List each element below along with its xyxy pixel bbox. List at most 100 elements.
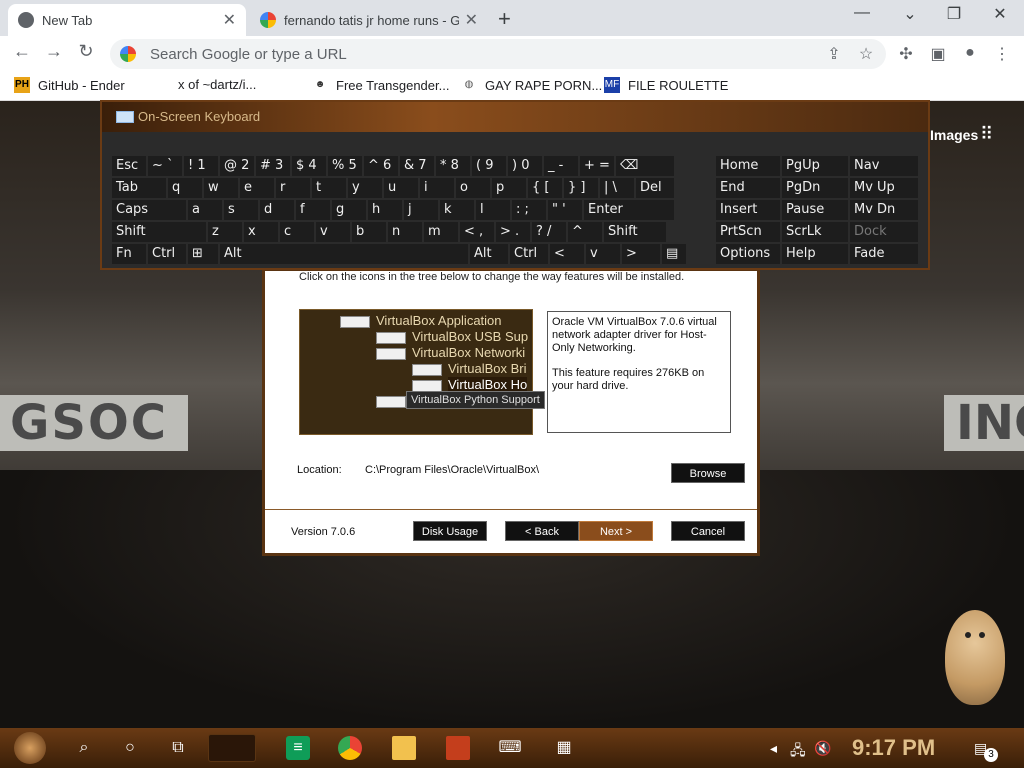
chevron-down-icon[interactable]: ⌄: [890, 4, 930, 24]
taskbar-slot[interactable]: [208, 734, 256, 762]
osk-key[interactable]: k: [440, 200, 474, 220]
osk-nav-key[interactable]: Mv Dn: [850, 200, 918, 220]
osk-key[interactable]: | \: [600, 178, 634, 198]
osk-key[interactable]: s: [224, 200, 258, 220]
bookmark-github[interactable]: PH GitHub - Ender: [14, 77, 125, 93]
osk-key[interactable]: t: [312, 178, 346, 198]
new-tab-button[interactable]: +: [498, 6, 511, 32]
osk-titlebar[interactable]: On-Screen Keyboard: [102, 102, 928, 132]
bookmark-file-roulette[interactable]: MF FILE ROULETTE: [604, 77, 728, 93]
close-tab-icon[interactable]: ✕: [223, 10, 236, 30]
tree-item-application[interactable]: VirtualBox Application: [376, 313, 502, 328]
forward-icon[interactable]: →: [42, 41, 66, 62]
feature-dropdown[interactable]: [412, 364, 442, 376]
osk-key[interactable]: c: [280, 222, 314, 242]
profile-icon[interactable]: ●: [958, 44, 982, 62]
tab-search-results[interactable]: fernando tatis jr home runs - G ✕: [250, 4, 488, 36]
tree-item-networking[interactable]: VirtualBox Networki: [412, 345, 525, 360]
osk-key[interactable]: Shift: [112, 222, 206, 242]
ppt-icon[interactable]: [446, 736, 470, 760]
sheets-icon[interactable]: ≡: [286, 736, 310, 760]
extensions-icon[interactable]: ✣: [894, 44, 918, 64]
osk-nav-key[interactable]: PrtScn: [716, 222, 780, 242]
osk-nav-key[interactable]: Nav: [850, 156, 918, 176]
osk-key[interactable]: v: [586, 244, 620, 264]
osk-key[interactable]: w: [204, 178, 238, 198]
osk-key[interactable]: e: [240, 178, 274, 198]
osk-key[interactable]: Esc: [112, 156, 146, 176]
osk-key[interactable]: h: [368, 200, 402, 220]
osk-key[interactable]: y: [348, 178, 382, 198]
share-icon[interactable]: ⇪: [822, 44, 846, 64]
close-window-button[interactable]: ✕: [980, 4, 1020, 24]
osk-key[interactable]: * 8: [436, 156, 470, 176]
osk-key[interactable]: _ -: [544, 156, 578, 176]
tree-item-bridged[interactable]: VirtualBox Bri: [448, 361, 527, 376]
osk-nav-key[interactable]: Home: [716, 156, 780, 176]
back-icon[interactable]: ←: [10, 41, 34, 62]
osk-nav-key[interactable]: Fade: [850, 244, 918, 264]
osk-key[interactable]: Tab: [112, 178, 166, 198]
start-button[interactable]: [14, 732, 46, 764]
osk-key[interactable]: q: [168, 178, 202, 198]
osk-key[interactable]: a: [188, 200, 222, 220]
osk-key[interactable]: % 5: [328, 156, 362, 176]
address-bar[interactable]: Search Google or type a URL: [110, 39, 886, 69]
osk-key[interactable]: m: [424, 222, 458, 242]
osk-key[interactable]: o: [456, 178, 490, 198]
osk-key[interactable]: > .: [496, 222, 530, 242]
cancel-button[interactable]: Cancel: [671, 521, 745, 541]
osk-key[interactable]: ~ `: [148, 156, 182, 176]
osk-key[interactable]: Enter: [584, 200, 674, 220]
bookmark-dartz[interactable]: x of ~dartz/i...: [178, 77, 256, 92]
osk-key[interactable]: i: [420, 178, 454, 198]
bookmark-globe[interactable]: ◍ GAY RAPE PORN...: [461, 77, 603, 93]
file-explorer-icon[interactable]: [392, 736, 416, 760]
osk-key[interactable]: r: [276, 178, 310, 198]
osk-key[interactable]: v: [316, 222, 350, 242]
feature-dropdown[interactable]: [376, 348, 406, 360]
osk-key[interactable]: ⊞: [188, 244, 218, 264]
osk-key[interactable]: ? /: [532, 222, 566, 242]
osk-key[interactable]: f: [296, 200, 330, 220]
osk-key[interactable]: & 7: [400, 156, 434, 176]
images-link[interactable]: Images: [930, 127, 978, 143]
reload-icon[interactable]: ↻: [74, 41, 98, 62]
osk-key[interactable]: Ctrl: [510, 244, 548, 264]
bookmark-transgender[interactable]: ☻ Free Transgender...: [312, 77, 450, 93]
osk-key[interactable]: n: [388, 222, 422, 242]
osk-key[interactable]: j: [404, 200, 438, 220]
feature-dropdown[interactable]: [376, 396, 406, 408]
osk-key[interactable]: @ 2: [220, 156, 254, 176]
osk-key[interactable]: x: [244, 222, 278, 242]
osk-icon[interactable]: ⌨: [498, 736, 522, 760]
osk-key[interactable]: # 3: [256, 156, 290, 176]
osk-key[interactable]: g: [332, 200, 366, 220]
feature-dropdown[interactable]: [340, 316, 370, 328]
osk-key[interactable]: ^ 6: [364, 156, 398, 176]
osk-key[interactable]: >: [622, 244, 660, 264]
osk-key[interactable]: Alt: [470, 244, 508, 264]
cortana-icon[interactable]: ○: [118, 736, 142, 760]
feature-tree[interactable]: VirtualBox Application VirtualBox USB Su…: [299, 309, 533, 435]
side-panel-icon[interactable]: ▣: [926, 44, 950, 64]
taskbar-clock[interactable]: 9:17 PM: [852, 735, 935, 761]
osk-nav-key[interactable]: Help: [782, 244, 848, 264]
osk-nav-key[interactable]: PgUp: [782, 156, 848, 176]
chrome-icon[interactable]: [338, 736, 362, 760]
close-tab-icon[interactable]: ✕: [465, 10, 478, 30]
osk-key[interactable]: <: [550, 244, 584, 264]
network-icon[interactable]: 🖧: [790, 740, 806, 764]
disk-usage-button[interactable]: Disk Usage: [413, 521, 487, 541]
osk-key[interactable]: $ 4: [292, 156, 326, 176]
osk-key[interactable]: Del: [636, 178, 674, 198]
task-view-icon[interactable]: ⧉: [166, 736, 190, 760]
osk-key[interactable]: < ,: [460, 222, 494, 242]
osk-key[interactable]: d: [260, 200, 294, 220]
osk-key[interactable]: ▤: [662, 244, 686, 264]
next-button[interactable]: Next >: [579, 521, 653, 541]
minimize-button[interactable]: —: [842, 4, 882, 22]
osk-nav-key[interactable]: Options: [716, 244, 780, 264]
osk-key[interactable]: + =: [580, 156, 614, 176]
installer-icon[interactable]: ▦: [552, 736, 576, 760]
